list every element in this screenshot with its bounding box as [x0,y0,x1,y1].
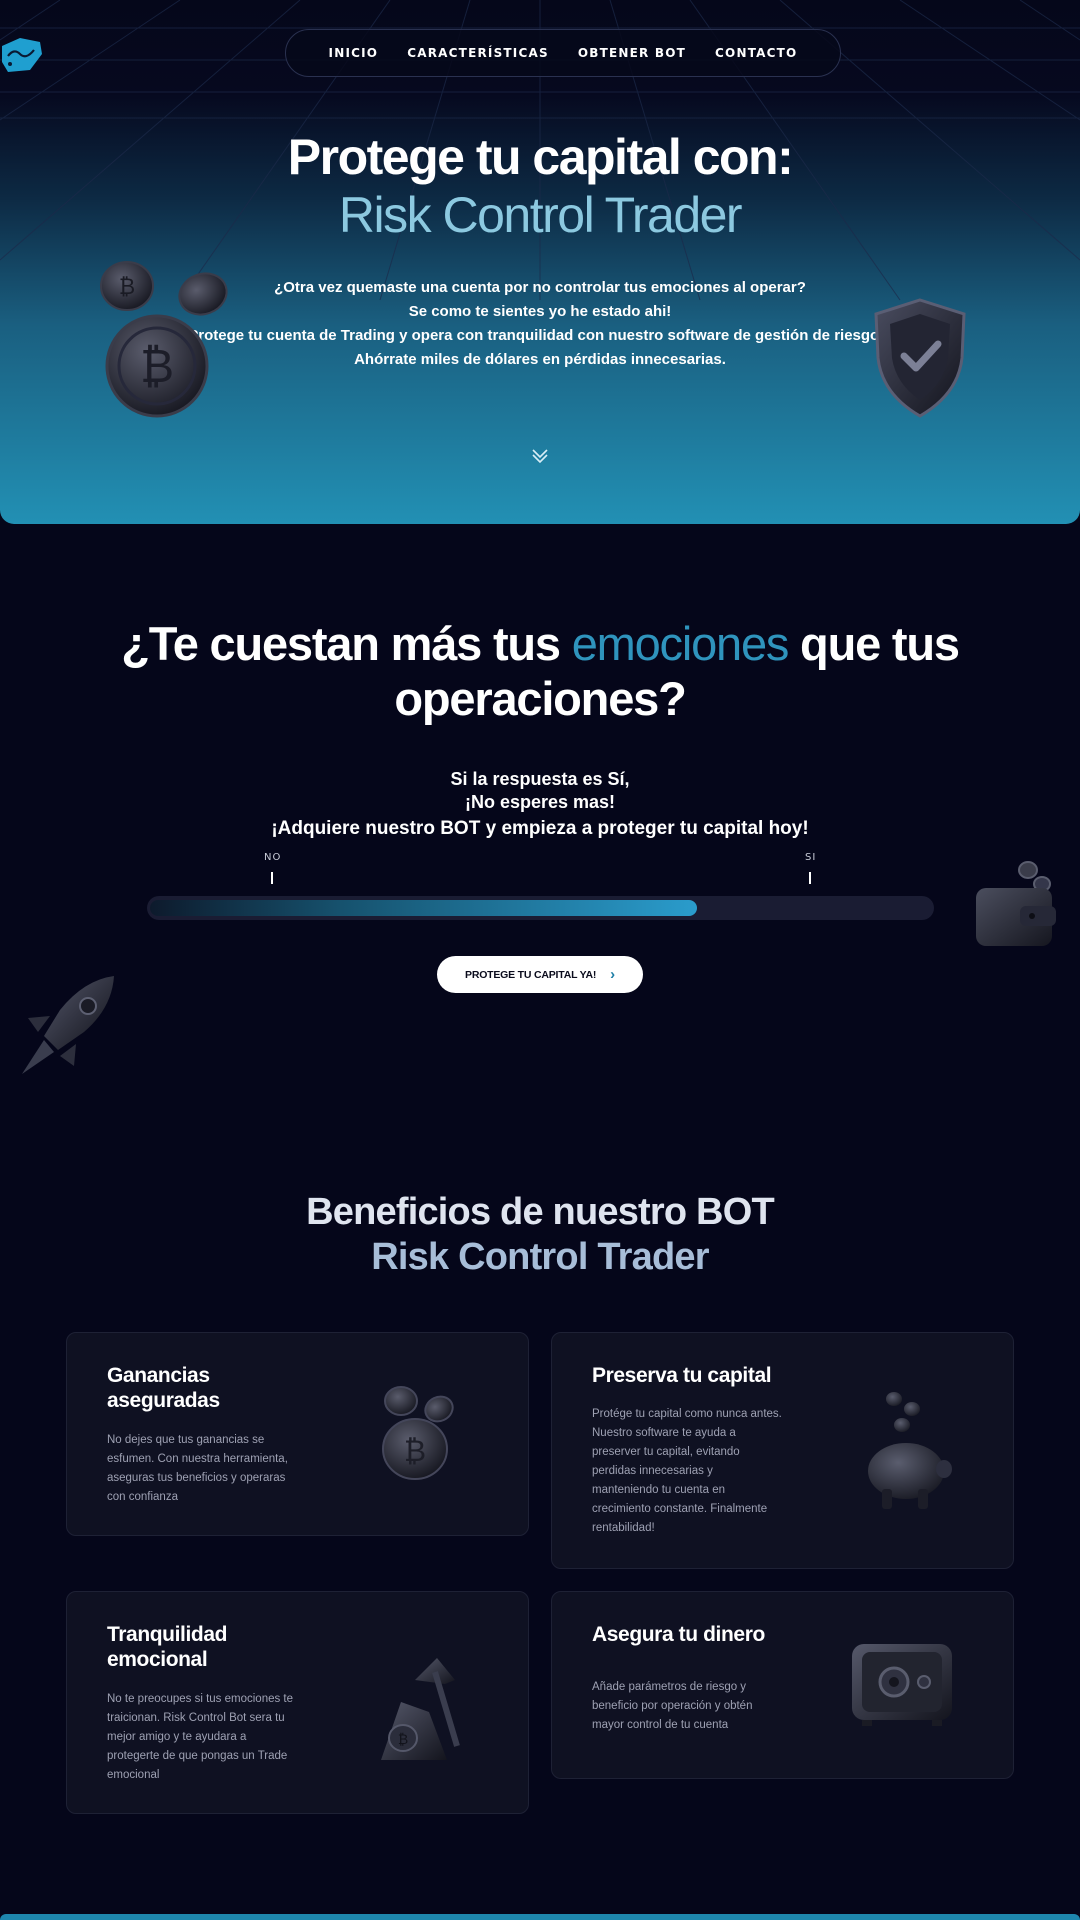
nav-item-obtener-bot[interactable]: OBTENER BOT [578,46,686,60]
nav-item-contacto[interactable]: CONTACTO [715,46,797,60]
question-title-accent: emociones [571,617,790,670]
benefit-card-preserva: Preserva tu capital Protége tu capital c… [551,1332,1014,1569]
svg-text:₿: ₿ [119,275,135,300]
benefit-card-asegura: Asegura tu dinero Añade parámetros de ri… [551,1591,1014,1779]
benefit-card-text: No dejes que tus ganancias se esfumen. C… [107,1434,288,1503]
question-sub-line2: ¡No esperes mas! [464,792,616,812]
benefit-card-title: Tranquilidad emocional [107,1623,228,1671]
question-subtitle: Si la respuesta es Sí, ¡No esperes mas! [0,768,1080,814]
benefit-card-text: Añade parámetros de riesgo y beneficio p… [592,1681,753,1731]
scale-label-no: NO [264,852,282,863]
benefits-title-line1: Beneficios de nuestro BOT [306,1191,775,1233]
question-title-part2: que tus [788,617,960,670]
safe-icon [852,1644,952,1726]
wallet-icon [976,861,1056,946]
benefit-card-tranquilidad: Tranquilidad emocional No te preocupes s… [66,1591,529,1814]
question-cta-text: ¡Adquiere nuestro BOT y empieza a proteg… [271,818,809,839]
chevron-down-icon[interactable] [530,446,550,466]
hero-title-line2: Risk Control Trader [338,187,743,243]
footer-strip [0,1914,1080,1920]
scale-label-si: SI [805,852,817,863]
benefit-card-title: Ganancias aseguradas [107,1364,220,1412]
chevron-right-icon: › [610,966,615,983]
rocket-icon [22,976,114,1074]
benefit-card-ganancias: Ganancias aseguradas No dejes que tus ga… [66,1332,529,1536]
benefits-title-line2: Risk Control Trader [371,1236,709,1278]
question-title-line2: operaciones? [394,672,686,725]
piggy-bank-icon [868,1392,952,1509]
coin-stack-icon: ₿ [382,1386,454,1480]
benefit-card-title: Asegura tu dinero [592,1623,765,1646]
hero-title-line1: Protege tu capital con: [287,129,794,185]
shield-check-icon [874,298,966,418]
coins-icon: ₿ ₿ [100,261,228,418]
scale-tick-no [271,872,273,884]
benefit-card-title: Preserva tu capital [592,1364,772,1387]
hero-section: INICIO CARACTERÍSTICAS OBTENER BOT CONTA… [0,0,1080,524]
question-title-part1: ¿Te cuestan más tus [121,617,572,670]
benefit-card-text: No te preocupes si tus emociones te trai… [107,1693,294,1781]
logo-icon[interactable] [0,34,44,76]
hero-title: Protege tu capital con: Risk Control Tra… [0,128,1080,244]
emotion-progress-bar [147,896,934,920]
svg-text:₿: ₿ [140,339,174,393]
svg-text:₿: ₿ [398,1732,408,1748]
svg-text:₿: ₿ [404,1434,426,1469]
pickaxe-coin-icon: ₿ [381,1658,460,1760]
question-sub-line1: Si la respuesta es Sí, [450,769,630,789]
protect-capital-button[interactable]: PROTEGE TU CAPITAL YA! › [437,956,643,993]
scale-tick-si [809,872,811,884]
benefits-title: Beneficios de nuestro BOT Risk Control T… [0,1190,1080,1280]
emotion-progress-fill [150,900,697,916]
nav-item-inicio[interactable]: INICIO [329,46,379,60]
nav-item-caracteristicas[interactable]: CARACTERÍSTICAS [407,46,549,60]
protect-capital-button-label: PROTEGE TU CAPITAL YA! [465,968,597,981]
benefit-card-text: Protége tu capital como nunca antes. Nue… [592,1408,782,1534]
question-title: ¿Te cuestan más tus emociones que tus op… [0,616,1080,726]
main-nav: INICIO CARACTERÍSTICAS OBTENER BOT CONTA… [285,29,841,77]
